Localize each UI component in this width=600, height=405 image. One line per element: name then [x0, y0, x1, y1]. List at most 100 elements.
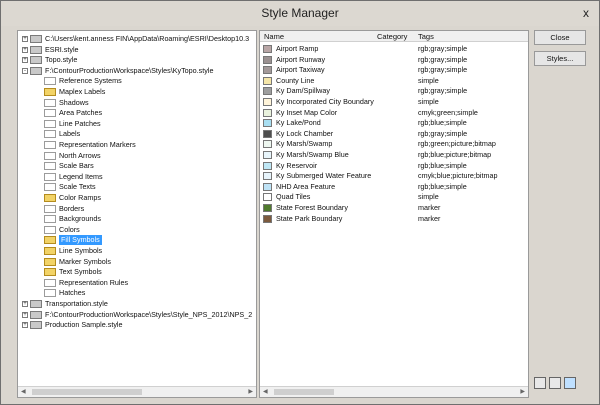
style-list-row[interactable]: Quad Tiles simple: [260, 192, 528, 202]
swatch-icon: [263, 87, 272, 96]
tree-item-label: Text Symbols: [59, 267, 102, 277]
column-tags[interactable]: Tags: [418, 31, 434, 42]
close-button[interactable]: Close: [534, 30, 586, 45]
tree-item-label: Area Patches: [59, 108, 103, 118]
tree-item-label: Representation Markers: [59, 140, 136, 149]
tree-item-label: Color Ramps: [59, 193, 101, 202]
tree-item-label: Representation Rules: [59, 277, 129, 287]
folder-icon: [44, 289, 56, 298]
tree-item-label: Topo.style: [45, 55, 78, 65]
style-list-row[interactable]: Ky Lock Chamber rgb;gray;simple: [260, 129, 528, 139]
style-list-row[interactable]: Ky Reservoir rgb;blue;simple: [260, 161, 528, 171]
folder-icon: [44, 225, 56, 234]
style-list-row[interactable]: State Forest Boundary marker: [260, 203, 528, 213]
tree-item-label: Legend Items: [59, 171, 103, 181]
style-name: Ky Marsh/Swamp Blue: [276, 150, 349, 159]
tree-item-label: Borders: [59, 203, 85, 213]
tree-expander-icon[interactable]: +: [22, 36, 28, 42]
style-list-row[interactable]: County Line simple: [260, 75, 528, 86]
style-tags: rgb;blue;picture;bitmap: [418, 150, 492, 159]
style-list-row[interactable]: Airport Taxiway rgb;gray;simple: [260, 65, 528, 75]
style-name: Quad Tiles: [276, 192, 311, 202]
folder-icon: [44, 162, 56, 171]
style-tags: rgb;gray;simple: [418, 86, 468, 96]
folder-icon: [44, 204, 56, 213]
tree-item-label: Fill Symbols: [59, 235, 102, 246]
tree-item-label: Hatches: [59, 288, 86, 298]
style-name: State Forest Boundary: [276, 203, 348, 212]
style-list-row[interactable]: NHD Area Feature rgb;blue;simple: [260, 181, 528, 192]
list-horizontal-scrollbar[interactable]: ◀ ▶: [260, 386, 528, 397]
column-name[interactable]: Name: [264, 31, 284, 42]
folder-icon: [44, 77, 56, 86]
tree-item-label: Shadows: [59, 97, 89, 107]
swatch-icon: [263, 129, 272, 138]
style-tags: rgb;blue;simple: [418, 118, 467, 128]
folder-icon: [30, 45, 42, 54]
style-tags: simple: [418, 192, 439, 202]
tree-item-label: Transportation.style: [45, 299, 108, 308]
swatch-icon: [263, 55, 272, 64]
tree-expander-icon[interactable]: -: [22, 67, 28, 74]
tree-item-label: Production Sample.style: [45, 320, 123, 330]
folder-icon: [44, 172, 56, 181]
list-view-icon[interactable]: [549, 377, 561, 389]
folder-icon: [44, 215, 56, 224]
style-list-row[interactable]: State Park Boundary marker: [260, 214, 528, 224]
tree-expander-icon[interactable]: +: [22, 322, 28, 329]
scroll-thumb[interactable]: [32, 389, 142, 395]
style-tree-panel[interactable]: + C:\Users\kent.anness FIN\AppData\Roamin…: [17, 30, 257, 398]
style-list-row[interactable]: Ky Dam/Spillway rgb;gray;simple: [260, 86, 528, 96]
style-tags: simple: [418, 75, 439, 85]
style-name: Ky Inset Map Color: [276, 107, 338, 117]
style-list-row[interactable]: Airport Ramp rgb;gray;simple: [260, 44, 528, 54]
details-view-icon[interactable]: [564, 377, 576, 389]
folder-icon: [44, 268, 56, 277]
tree-item-label: Maplex Labels: [59, 87, 106, 96]
style-tags: cmyk;green;simple: [418, 107, 478, 117]
folder-icon: [44, 119, 56, 128]
swatch-icon: [263, 214, 272, 223]
style-list-row[interactable]: Ky Marsh/Swamp Blue rgb;blue;picture;bitm…: [260, 150, 528, 160]
folder-icon: [30, 310, 42, 319]
tree-expander-icon[interactable]: +: [22, 311, 28, 318]
folder-icon: [44, 109, 56, 118]
swatch-icon: [263, 161, 272, 170]
tree-horizontal-scrollbar[interactable]: ◀ ▶: [18, 386, 256, 397]
style-name: Ky Marsh/Swamp: [276, 139, 333, 149]
style-tags: simple: [418, 97, 439, 106]
swatch-icon: [263, 172, 272, 181]
tree-expander-icon[interactable]: +: [22, 46, 28, 53]
large-icons-view-icon[interactable]: [534, 377, 546, 389]
style-list-row[interactable]: Ky Inset Map Color cmyk;green;simple: [260, 107, 528, 118]
style-list-row[interactable]: Ky Incorporated City Boundary simple: [260, 97, 528, 107]
tree-expander-icon[interactable]: +: [22, 301, 28, 307]
scroll-thumb[interactable]: [274, 389, 334, 395]
styles-button[interactable]: Styles...: [534, 51, 586, 66]
tree-item-label: Labels: [59, 129, 81, 139]
swatch-icon: [263, 151, 272, 159]
folder-icon: [30, 321, 42, 330]
style-tags: rgb;blue;simple: [418, 181, 467, 191]
style-list-row[interactable]: Ky Lake/Pond rgb;blue;simple: [260, 118, 528, 128]
window-title: Style Manager: [261, 6, 339, 20]
tree-item-label: Marker Symbols: [59, 256, 111, 266]
tree-item-label: F:\ContourProductionWorkspace\Styles\Sty…: [45, 309, 253, 319]
style-list-row[interactable]: Airport Runway rgb;gray;simple: [260, 54, 528, 65]
column-category[interactable]: Category: [377, 31, 407, 42]
tree-item-label: Line Patches: [59, 118, 101, 128]
style-items-panel[interactable]: Name Category Tags Airport Ramp rgb;gray;…: [259, 30, 529, 398]
swatch-icon: [263, 119, 272, 128]
style-list-row[interactable]: Ky Submerged Water Feature cmyk;blue;pict…: [260, 171, 528, 181]
tree-item-label: ESRI.style: [45, 44, 79, 54]
folder-icon: [44, 130, 56, 139]
tree-expander-icon[interactable]: +: [22, 57, 28, 64]
close-window-button[interactable]: x: [579, 6, 593, 20]
style-name: Airport Runway: [276, 54, 326, 64]
tree-item-label: Colors: [59, 224, 80, 234]
folder-icon: [30, 35, 42, 43]
swatch-icon: [263, 45, 272, 53]
swatch-icon: [263, 204, 272, 212]
style-tags: rgb;green;picture;bitmap: [418, 139, 496, 149]
style-list-row[interactable]: Ky Marsh/Swamp rgb;green;picture;bitmap: [260, 139, 528, 149]
